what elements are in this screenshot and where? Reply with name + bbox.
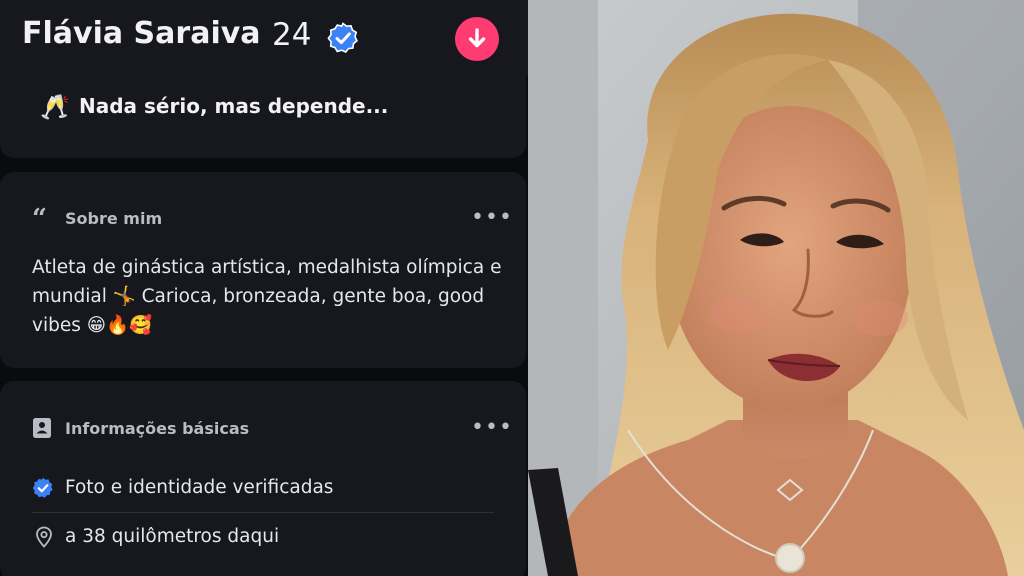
verified-check-icon <box>32 477 53 498</box>
id-card-icon <box>33 418 51 438</box>
basic-info-more-options-icon[interactable]: ••• <box>471 417 513 439</box>
profile-panel: Flávia Saraiva 24 🥂 Nada sério, mas depe… <box>0 0 528 576</box>
profile-header: Flávia Saraiva 24 <box>0 0 528 76</box>
profile-photo-illustration <box>528 0 1024 576</box>
collapse-profile-button[interactable] <box>455 17 499 61</box>
divider <box>32 512 494 513</box>
location-pin-icon <box>36 526 52 548</box>
verification-status-text: Foto e identidade verificadas <box>65 477 334 498</box>
champagne-icon: 🥂 <box>40 93 70 121</box>
about-more-options-icon[interactable]: ••• <box>471 207 513 229</box>
quote-icon: “ <box>32 204 47 234</box>
distance-text: a 38 quilômetros daqui <box>65 526 280 547</box>
profile-photo <box>528 0 1024 576</box>
about-me-title: Sobre mim <box>65 209 163 228</box>
basic-info-title: Informações básicas <box>65 419 250 438</box>
about-me-bio: Atleta de ginástica artística, medalhist… <box>32 257 502 336</box>
arrow-down-icon <box>468 28 486 48</box>
relationship-intent-text: Nada sério, mas depende... <box>79 94 389 118</box>
verified-badge-icon <box>327 22 358 53</box>
profile-age: 24 <box>272 17 312 53</box>
profile-name: Flávia Saraiva <box>22 16 261 51</box>
